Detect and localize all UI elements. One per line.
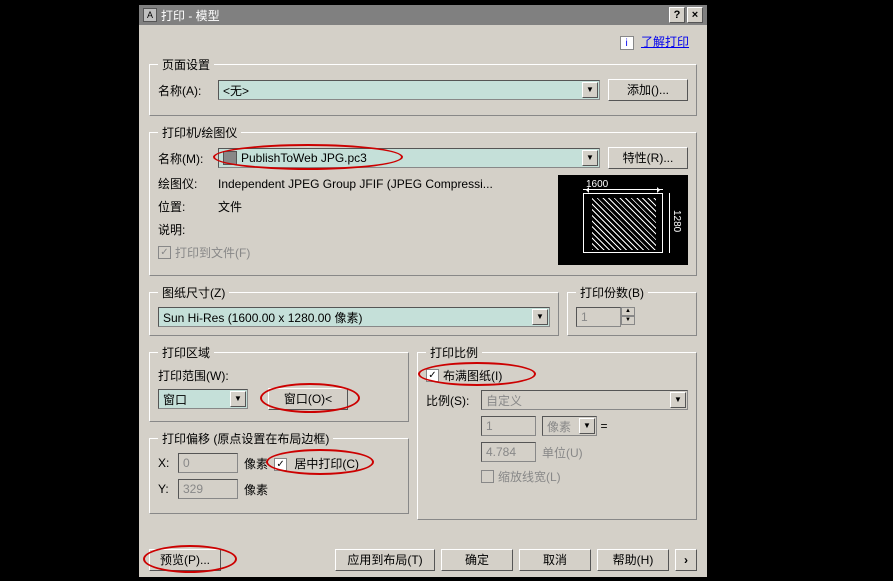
- location-value: 文件: [218, 198, 242, 215]
- center-print-check[interactable]: ✓: [274, 458, 287, 471]
- ok-button[interactable]: 确定: [441, 549, 513, 571]
- context-help-button[interactable]: ?: [669, 7, 685, 23]
- print-dialog: A 打印 - 模型 ? × i 了解打印 页面设置 名称(A): <无> ▼ 添…: [138, 4, 708, 578]
- printer-group: 打印机/绘图仪 名称(M): PublishToWeb JPG.pc3 ▼ 特性…: [149, 124, 697, 276]
- area-legend: 打印区域: [158, 344, 214, 361]
- desc-label: 说明:: [158, 221, 218, 238]
- learn-print-link[interactable]: 了解打印: [641, 35, 689, 49]
- chevron-down-icon[interactable]: ▼: [582, 82, 598, 98]
- paper-preview: 1600 1280: [558, 175, 688, 265]
- scale-den-input: 4.784: [481, 442, 536, 462]
- printer-legend: 打印机/绘图仪: [158, 124, 241, 141]
- papersize-combo[interactable]: Sun Hi-Res (1600.00 x 1280.00 像素) ▼: [158, 307, 550, 327]
- copies-legend: 打印份数(B): [576, 284, 648, 301]
- plotter-label: 绘图仪:: [158, 175, 218, 192]
- ratio-label: 比例(S):: [426, 392, 481, 409]
- app-icon: A: [143, 8, 157, 22]
- printer-config-icon: [223, 151, 237, 165]
- fit-paper-label: 布满图纸(I): [443, 367, 502, 384]
- papersize-legend: 图纸尺寸(Z): [158, 284, 229, 301]
- offset-group: 打印偏移 (原点设置在布局边框) X: 0 像素 ✓ 居中打印(C) Y:: [149, 430, 409, 514]
- y-input: 329: [178, 479, 238, 499]
- range-combo[interactable]: 窗口 ▼: [158, 389, 248, 409]
- chevron-down-icon[interactable]: ▼: [532, 309, 548, 325]
- copies-group: 打印份数(B) 1 ▲ ▼: [567, 284, 697, 336]
- chevron-down-icon[interactable]: ▼: [230, 391, 246, 407]
- print-area-group: 打印区域 打印范围(W): 窗口 ▼ 窗口(O)<: [149, 344, 409, 422]
- chevron-down-icon: ▼: [579, 418, 595, 434]
- x-label: X:: [158, 456, 178, 470]
- pagesetup-name-combo[interactable]: <无> ▼: [218, 80, 600, 100]
- expand-button[interactable]: ›: [675, 549, 697, 571]
- scale-lw-label: 缩放线宽(L): [498, 468, 561, 485]
- page-setup-group: 页面设置 名称(A): <无> ▼ 添加()...: [149, 56, 697, 116]
- copies-up: ▲: [621, 307, 635, 316]
- y-unit: 像素: [244, 481, 268, 498]
- apply-layout-button[interactable]: 应用到布局(T): [335, 549, 435, 571]
- scale-legend: 打印比例: [426, 344, 482, 361]
- offset-legend: 打印偏移 (原点设置在布局边框): [158, 430, 333, 447]
- fit-paper-check[interactable]: ✓: [426, 369, 439, 382]
- copies-down: ▼: [621, 316, 635, 325]
- chevron-down-icon: ▼: [670, 392, 686, 408]
- range-label: 打印范围(W):: [158, 367, 400, 384]
- scale-num-unit: 像素 ▼: [542, 416, 597, 436]
- help-button[interactable]: 帮助(H): [597, 549, 669, 571]
- copies-input: 1: [576, 307, 621, 327]
- scale-lw-check: [481, 470, 494, 483]
- pagesetup-name-value: <无>: [223, 82, 249, 99]
- scale-group: 打印比例 ✓ 布满图纸(I) 比例(S): 自定义 ▼ 1: [417, 344, 697, 520]
- close-button[interactable]: ×: [687, 7, 703, 23]
- titlebar: A 打印 - 模型 ? ×: [139, 5, 707, 25]
- add-pagesetup-button[interactable]: 添加()...: [608, 79, 688, 101]
- info-icon: i: [620, 36, 634, 50]
- ratio-combo: 自定义 ▼: [481, 390, 688, 410]
- print-to-file-label: 打印到文件(F): [175, 244, 250, 261]
- printer-properties-button[interactable]: 特性(R)...: [608, 147, 688, 169]
- page-setup-legend: 页面设置: [158, 56, 214, 73]
- x-unit: 像素: [244, 455, 268, 472]
- printer-name-value: PublishToWeb JPG.pc3: [241, 151, 367, 165]
- chevron-right-icon: ›: [684, 553, 688, 567]
- center-print-label: 居中打印(C): [294, 457, 359, 471]
- ratio-value: 自定义: [486, 392, 522, 409]
- pagesetup-name-label: 名称(A):: [158, 82, 218, 99]
- preview-button[interactable]: 预览(P)...: [149, 549, 221, 571]
- cancel-button[interactable]: 取消: [519, 549, 591, 571]
- preview-height: 1280: [671, 210, 682, 232]
- location-label: 位置:: [158, 198, 218, 215]
- scale-num-input: 1: [481, 416, 536, 436]
- printer-name-combo[interactable]: PublishToWeb JPG.pc3 ▼: [218, 148, 600, 168]
- papersize-value: Sun Hi-Res (1600.00 x 1280.00 像素): [163, 309, 362, 326]
- papersize-group: 图纸尺寸(Z) Sun Hi-Res (1600.00 x 1280.00 像素…: [149, 284, 559, 336]
- printer-name-label: 名称(M):: [158, 150, 218, 167]
- equals-icon: =: [597, 419, 611, 433]
- y-label: Y:: [158, 482, 178, 496]
- range-value: 窗口: [163, 391, 187, 408]
- plotter-value: Independent JPEG Group JFIF (JPEG Compre…: [218, 177, 493, 191]
- window-pick-button[interactable]: 窗口(O)<: [268, 388, 348, 410]
- chevron-down-icon[interactable]: ▼: [582, 150, 598, 166]
- window-title: 打印 - 模型: [161, 7, 220, 24]
- scale-den-unit: 单位(U): [542, 444, 583, 461]
- x-input: 0: [178, 453, 238, 473]
- print-to-file-check: ✓: [158, 246, 171, 259]
